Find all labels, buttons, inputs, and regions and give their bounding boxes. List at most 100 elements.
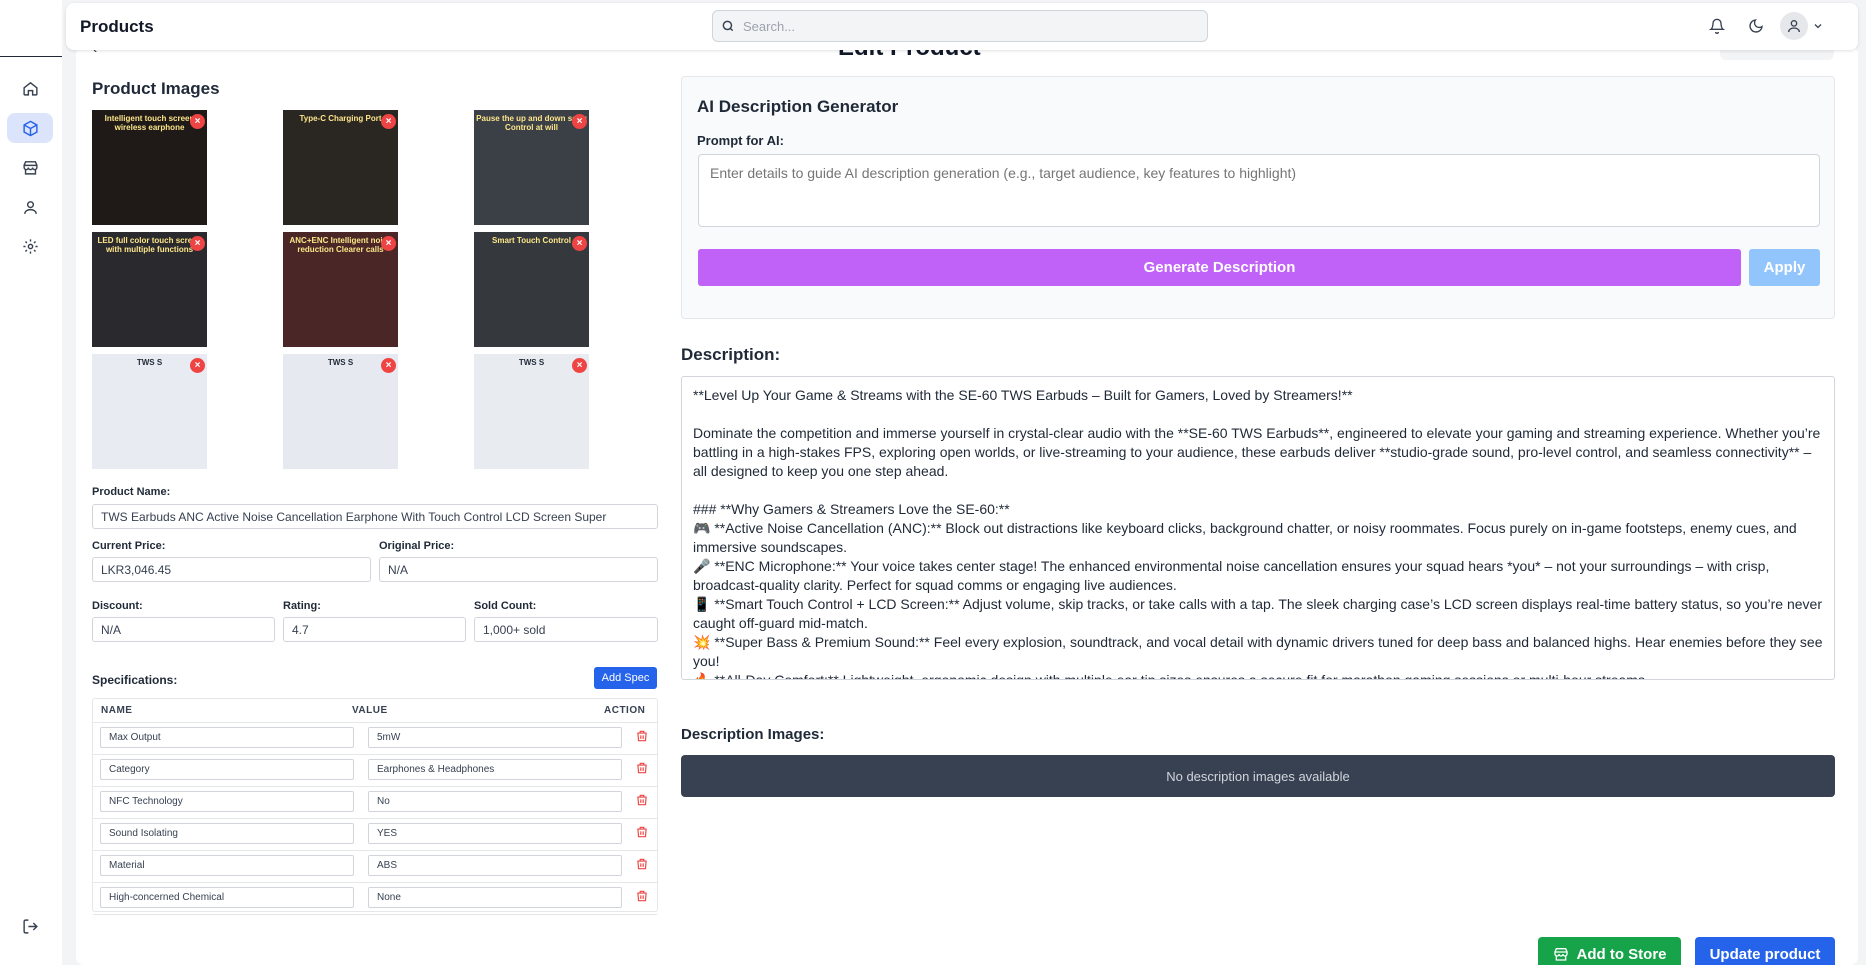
no-description-images: No description images available xyxy=(681,755,1835,797)
spec-value-input[interactable]: No xyxy=(368,791,622,812)
original-price-input[interactable]: N/A xyxy=(379,557,658,582)
specifications-table: NAME VALUE ACTION Max Output 5mW Category E… xyxy=(92,698,658,915)
sidebar-item-products[interactable] xyxy=(7,113,53,143)
remove-image-icon[interactable]: × xyxy=(190,114,205,129)
add-to-store-button[interactable]: Add to Store xyxy=(1538,937,1681,965)
ai-prompt-input[interactable] xyxy=(698,154,1820,227)
topbar: Products xyxy=(66,3,1858,50)
spec-value-input[interactable]: 5mW xyxy=(368,727,622,748)
update-product-button[interactable]: Update product xyxy=(1695,937,1835,965)
col-value-header: VALUE xyxy=(352,705,388,716)
delete-spec-icon[interactable] xyxy=(635,761,649,775)
apply-button[interactable]: Apply xyxy=(1749,249,1820,286)
col-name-header: NAME xyxy=(101,705,133,716)
remove-image-icon[interactable]: × xyxy=(381,236,396,251)
spec-row: Material ABS xyxy=(93,851,657,883)
spec-name-input[interactable]: NFC Technology xyxy=(100,791,354,812)
spec-value-input[interactable]: None xyxy=(368,887,622,908)
sold-count-label: Sold Count: xyxy=(474,600,537,612)
generate-description-button[interactable]: Generate Description xyxy=(698,249,1741,286)
avatar xyxy=(1780,12,1808,40)
product-name-input[interactable]: TWS Earbuds ANC Active Noise Cancellatio… xyxy=(92,504,658,529)
page-section-title: Products xyxy=(80,17,154,36)
ai-description-panel: AI Description Generator Prompt for AI: … xyxy=(681,76,1835,319)
delete-spec-icon[interactable] xyxy=(635,825,649,839)
remove-image-icon[interactable]: × xyxy=(381,114,396,129)
gear-icon xyxy=(22,238,38,254)
specifications-label: Specifications: xyxy=(92,673,178,687)
remove-image-icon[interactable]: × xyxy=(381,358,396,373)
sidebar-divider xyxy=(0,56,62,57)
spec-row: Max Output 5mW xyxy=(93,723,657,755)
store-icon xyxy=(22,160,38,175)
remove-image-icon[interactable]: × xyxy=(190,358,205,373)
product-image[interactable]: TWS S × xyxy=(474,354,589,469)
remove-image-icon[interactable]: × xyxy=(572,358,587,373)
delete-spec-icon[interactable] xyxy=(635,889,649,903)
store-icon xyxy=(1553,948,1568,961)
remove-image-icon[interactable]: × xyxy=(190,236,205,251)
logout-icon xyxy=(22,918,38,934)
notification-bell-icon[interactable] xyxy=(1708,17,1726,35)
ai-prompt-label: Prompt for AI: xyxy=(697,133,784,148)
box-icon xyxy=(22,120,38,136)
product-name-label: Product Name: xyxy=(92,486,171,498)
remove-image-icon[interactable]: × xyxy=(572,114,587,129)
chevron-down-icon xyxy=(1814,24,1822,29)
delete-spec-icon[interactable] xyxy=(635,857,649,871)
discount-input[interactable]: N/A xyxy=(92,617,275,642)
delete-spec-icon[interactable] xyxy=(635,793,649,807)
rating-input[interactable]: 4.7 xyxy=(283,617,466,642)
product-image[interactable]: ANC+ENC Intelligent noise reduction Clea… xyxy=(283,232,398,347)
spec-row: High-concerned Chemical None xyxy=(93,883,657,915)
spec-name-input[interactable]: High-concerned Chemical xyxy=(100,887,354,908)
user-avatar-icon xyxy=(1788,20,1800,33)
sidebar-item-settings[interactable] xyxy=(7,231,53,261)
spec-value-input[interactable]: Earphones & Headphones xyxy=(368,759,622,780)
add-spec-button[interactable]: Add Spec xyxy=(594,667,657,689)
user-icon xyxy=(23,200,37,214)
current-price-label: Current Price: xyxy=(92,540,166,552)
spec-name-input[interactable]: Material xyxy=(100,855,354,876)
spec-row: NFC Technology No xyxy=(93,787,657,819)
search-box[interactable] xyxy=(712,10,1208,42)
product-image[interactable]: Smart Touch Control × xyxy=(474,232,589,347)
spec-row: Sound Isolating YES xyxy=(93,819,657,851)
product-image[interactable]: Pause the up and down song Control at wi… xyxy=(474,110,589,225)
description-textarea[interactable]: **Level Up Your Game & Streams with the … xyxy=(681,376,1835,680)
delete-spec-icon[interactable] xyxy=(635,729,649,743)
sidebar-item-logout[interactable] xyxy=(7,911,53,941)
sidebar-item-store[interactable] xyxy=(7,152,53,182)
product-image[interactable]: LED full color touch screen with multipl… xyxy=(92,232,207,347)
spec-row: Category Earphones & Headphones xyxy=(93,755,657,787)
current-price-input[interactable]: LKR3,046.45 xyxy=(92,557,371,582)
sidebar-item-users[interactable] xyxy=(7,192,53,222)
sidebar xyxy=(0,0,62,965)
description-images-label: Description Images: xyxy=(681,726,825,743)
original-price-label: Original Price: xyxy=(379,540,455,552)
spec-name-input[interactable]: Sound Isolating xyxy=(100,823,354,844)
specifications-header: NAME VALUE ACTION xyxy=(93,699,657,723)
product-image[interactable]: TWS S × xyxy=(92,354,207,469)
home-icon xyxy=(22,81,38,96)
search-input[interactable] xyxy=(743,18,1183,34)
product-image[interactable]: Type-C Charging Port × xyxy=(283,110,398,225)
spec-value-input[interactable]: ABS xyxy=(368,855,622,876)
spec-value-input[interactable]: YES xyxy=(368,823,622,844)
remove-image-icon[interactable]: × xyxy=(572,236,587,251)
ai-panel-title: AI Description Generator xyxy=(697,97,899,116)
add-to-store-label: Add to Store xyxy=(1576,945,1667,963)
user-menu[interactable] xyxy=(1780,12,1824,40)
spec-name-input[interactable]: Category xyxy=(100,759,354,780)
sidebar-item-home[interactable] xyxy=(7,73,53,103)
description-label: Description: xyxy=(681,345,781,364)
search-icon xyxy=(722,20,734,32)
product-image[interactable]: Intelligent touch screen wireless earpho… xyxy=(92,110,207,225)
sold-count-input[interactable]: 1,000+ sold xyxy=(474,617,658,642)
product-image[interactable]: TWS S × xyxy=(283,354,398,469)
dark-mode-icon[interactable] xyxy=(1747,17,1765,35)
spec-name-input[interactable]: Max Output xyxy=(100,727,354,748)
col-action-header: ACTION xyxy=(604,705,646,716)
product-images-title: Product Images xyxy=(92,79,220,98)
rating-label: Rating: xyxy=(283,600,321,612)
